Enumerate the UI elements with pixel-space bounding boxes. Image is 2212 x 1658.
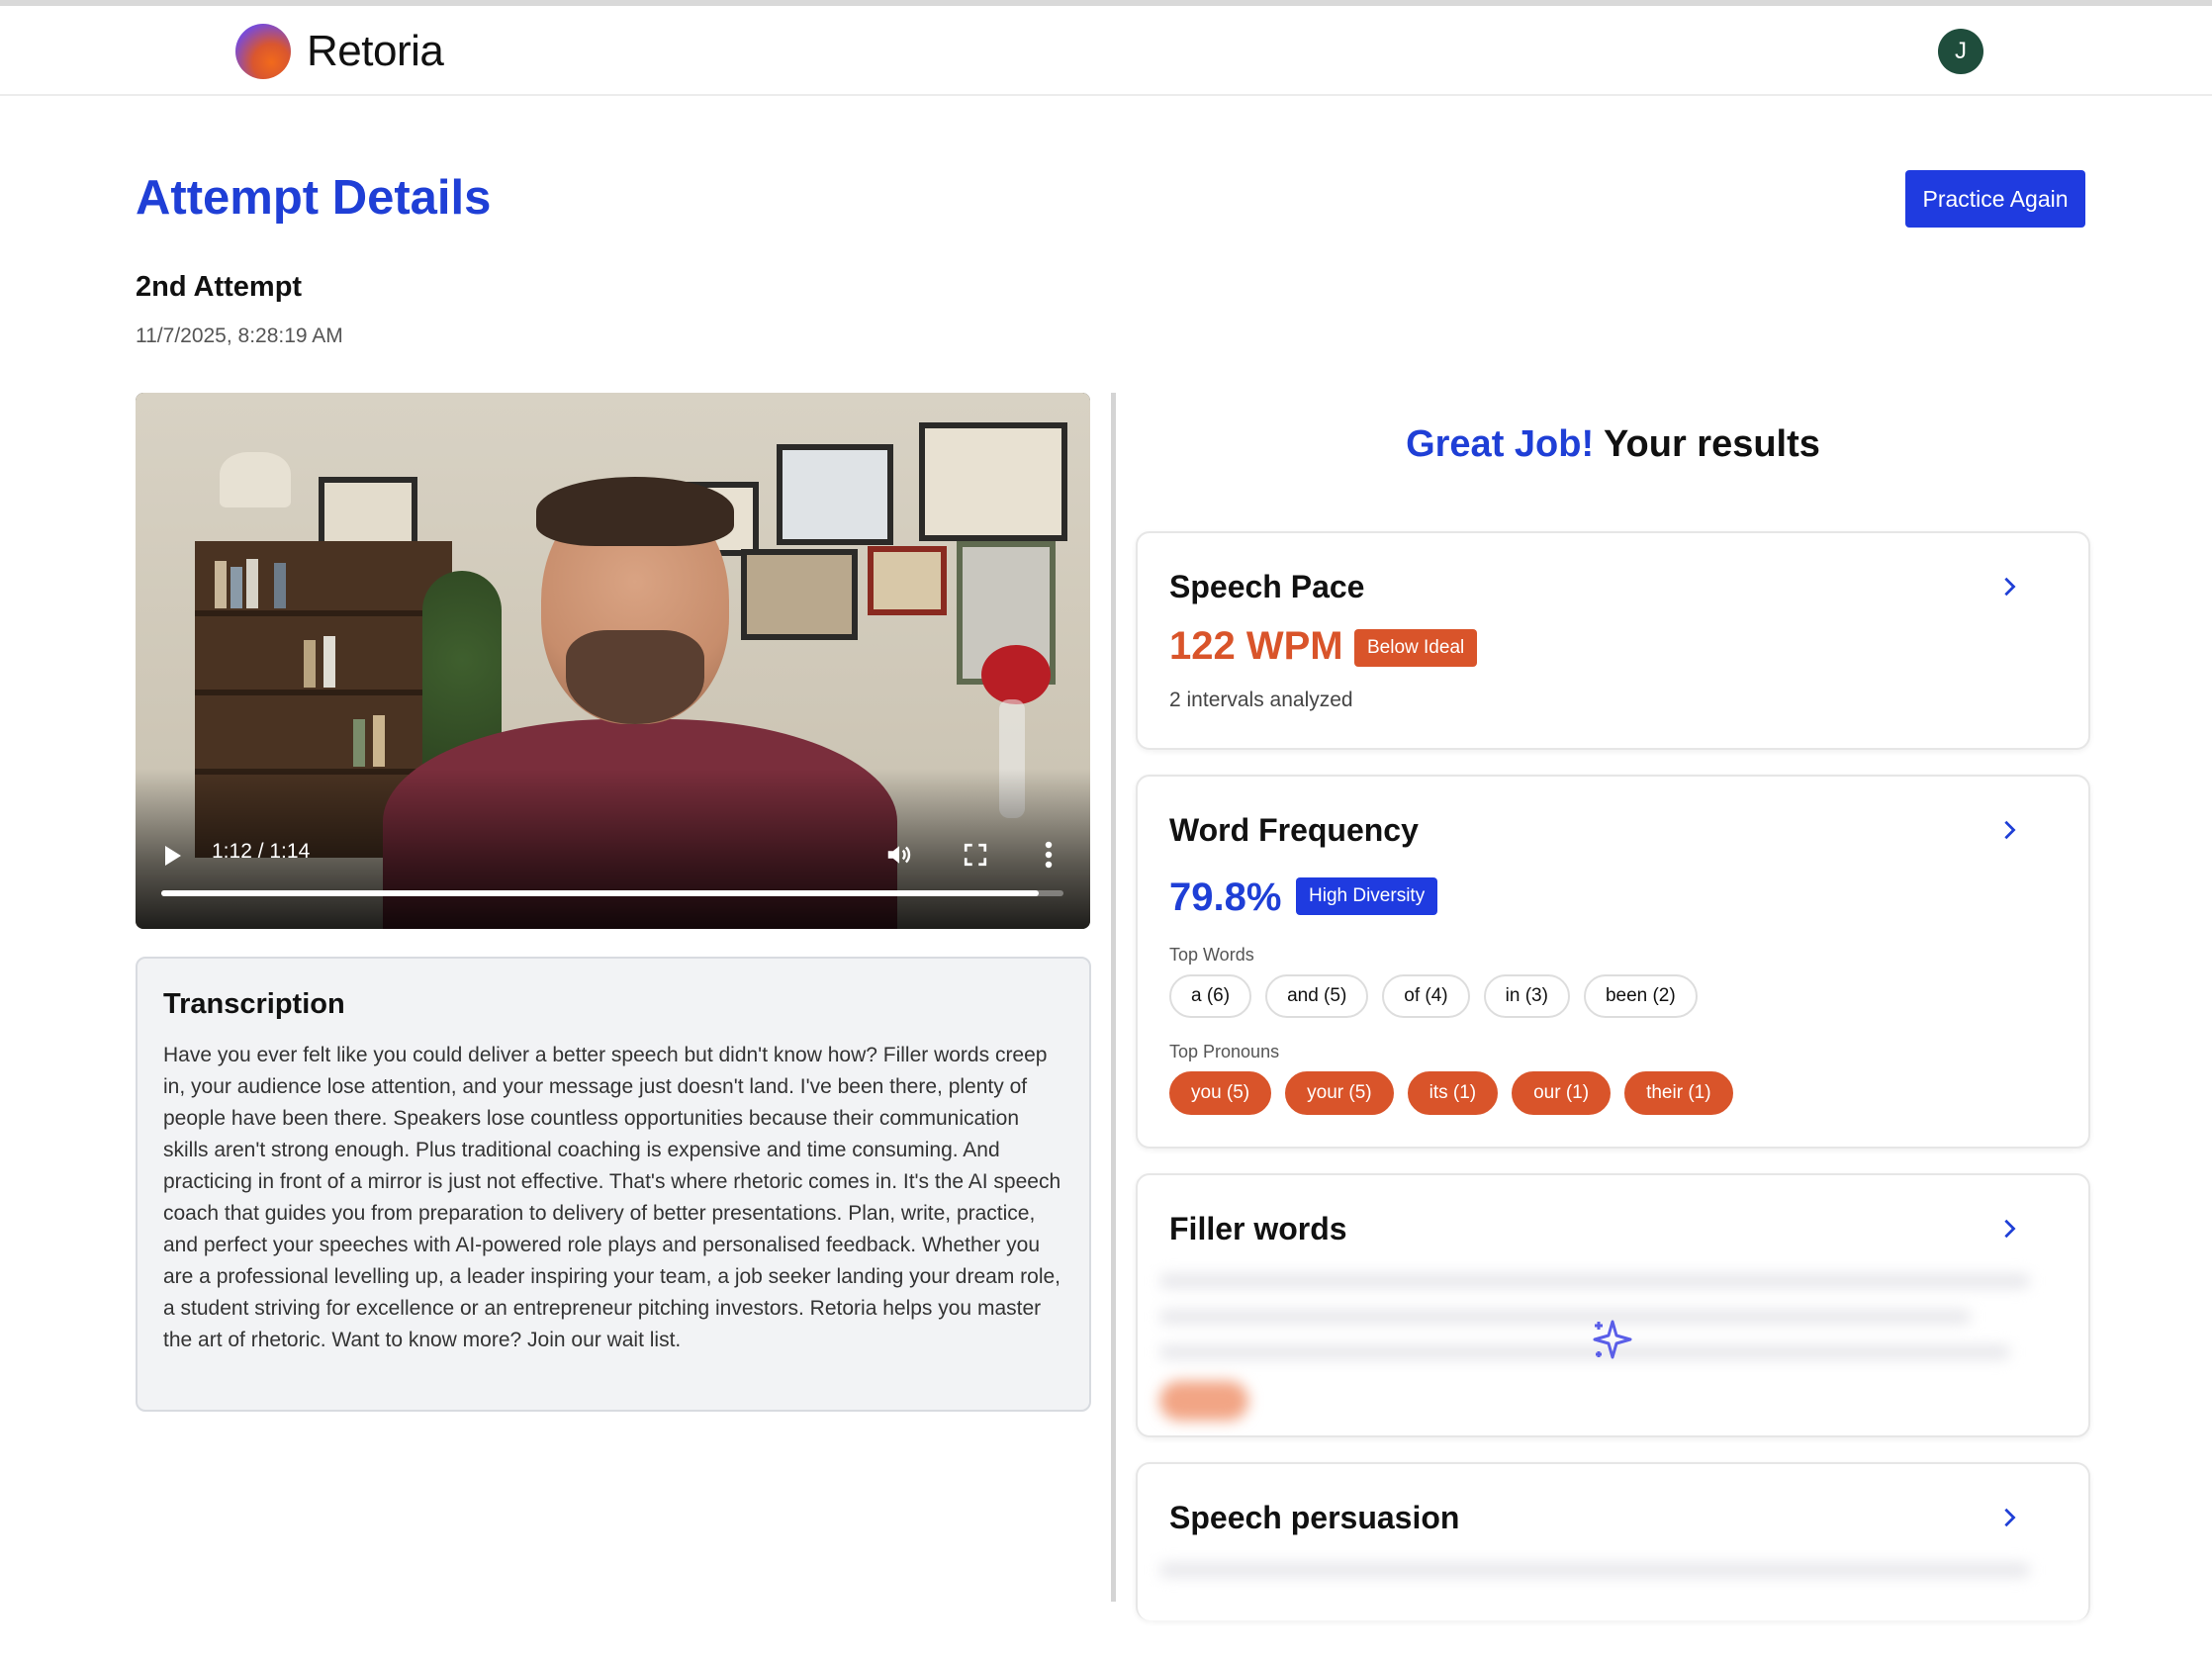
app-logo[interactable]: Retoria <box>235 24 444 79</box>
filler-words-title: Filler words <box>1169 1211 1347 1246</box>
video-time: 1:12 / 1:14 <box>212 840 311 863</box>
page-title: Attempt Details <box>136 171 492 225</box>
blurred-content-placeholder <box>1159 1563 2050 1599</box>
video-player[interactable]: 1:12 / 1:14 <box>136 393 1090 929</box>
top-word-chip: of (4) <box>1382 974 1470 1018</box>
fullscreen-icon[interactable] <box>963 842 988 868</box>
top-word-chip: a (6) <box>1169 974 1252 1018</box>
play-icon[interactable] <box>165 846 181 866</box>
chevron-right-icon[interactable] <box>1998 819 2020 841</box>
top-word-chip: in (3) <box>1483 974 1570 1018</box>
speech-pace-value: 122 WPM <box>1169 624 1343 668</box>
transcription-panel: Transcription Have you ever felt like yo… <box>136 957 1091 1412</box>
user-avatar[interactable]: J <box>1938 29 1983 74</box>
word-frequency-badge: High Diversity <box>1296 877 1438 915</box>
top-pronouns-label: Top Pronouns <box>1169 1042 1280 1061</box>
video-progress-bar[interactable] <box>161 890 1063 896</box>
transcription-text: Have you ever felt like you could delive… <box>163 1044 1061 1351</box>
word-frequency-value: 79.8% <box>1169 875 1282 919</box>
app-name: Retoria <box>307 27 444 75</box>
sparkle-icon <box>1593 1320 1632 1359</box>
speech-pace-title: Speech Pace <box>1169 569 1365 604</box>
results-heading: Great Job! Your results <box>1136 423 2090 466</box>
top-word-chip: and (5) <box>1265 974 1369 1018</box>
speech-pace-badge: Below Ideal <box>1354 629 1478 667</box>
word-frequency-title: Word Frequency <box>1169 812 1419 848</box>
practice-again-button[interactable]: Practice Again <box>1905 170 2085 228</box>
chevron-right-icon[interactable] <box>1998 1218 2020 1240</box>
column-divider <box>1111 393 1116 1602</box>
speech-pace-detail: 2 intervals analyzed <box>1169 689 1353 711</box>
results-heading-accent: Great Job! <box>1406 423 1595 465</box>
top-navbar: Retoria J <box>0 6 2212 96</box>
top-pronoun-chip: its (1) <box>1407 1071 1499 1115</box>
speech-persuasion-title: Speech persuasion <box>1169 1500 1460 1535</box>
speech-pace-card[interactable]: Speech Pace 122 WPM Below Ideal 2 interv… <box>1136 531 2090 750</box>
chevron-right-icon[interactable] <box>1998 576 2020 598</box>
volume-icon[interactable] <box>884 840 914 870</box>
attempt-label: 2nd Attempt <box>136 271 303 303</box>
top-pronoun-chip: you (5) <box>1169 1071 1272 1115</box>
top-pronoun-chip: our (1) <box>1512 1071 1612 1115</box>
filler-words-card[interactable]: Filler words <box>1136 1173 2090 1437</box>
attempt-date: 11/7/2025, 8:28:19 AM <box>136 324 343 347</box>
top-pronouns-list: you (5) your (5) its (1) our (1) their (… <box>1169 1071 1733 1115</box>
top-words-label: Top Words <box>1169 945 1254 965</box>
results-heading-rest: Your results <box>1594 423 1820 465</box>
logo-mark-icon <box>235 24 291 79</box>
top-pronoun-chip: your (5) <box>1285 1071 1394 1115</box>
chevron-right-icon[interactable] <box>1998 1507 2020 1528</box>
video-progress-fill <box>161 890 1040 896</box>
top-words-list: a (6) and (5) of (4) in (3) been (2) <box>1169 974 1698 1018</box>
top-pronoun-chip: their (1) <box>1624 1071 1733 1115</box>
top-word-chip: been (2) <box>1583 974 1698 1018</box>
speech-persuasion-card[interactable]: Speech persuasion <box>1136 1462 2090 1620</box>
transcription-title: Transcription <box>163 988 345 1020</box>
word-frequency-card[interactable]: Word Frequency 79.8% High Diversity Top … <box>1136 775 2090 1149</box>
more-options-icon[interactable] <box>1044 840 1054 870</box>
